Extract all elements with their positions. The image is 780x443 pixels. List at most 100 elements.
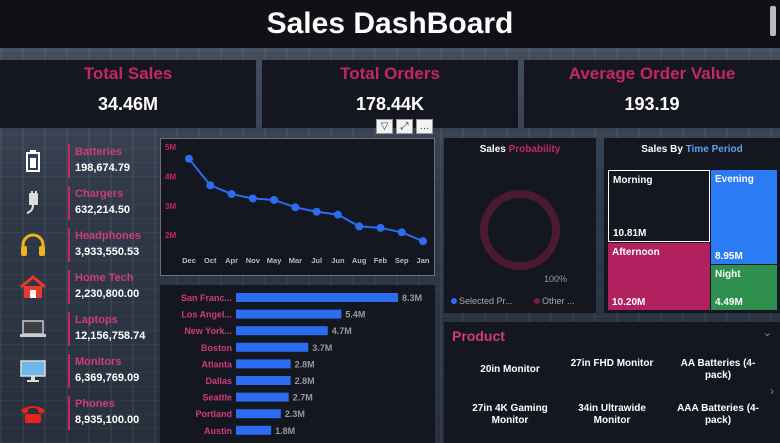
x-tick-label: Mar <box>289 256 302 265</box>
bar[interactable] <box>236 425 272 435</box>
category-item-headphones[interactable]: Headphones 3,933,550.53 <box>0 224 148 266</box>
chevron-down-icon[interactable]: ⌄ <box>763 326 772 339</box>
bar[interactable] <box>236 293 398 302</box>
data-point[interactable] <box>227 190 236 199</box>
category-item-batteries[interactable]: Batteries 198,674.79 <box>0 140 148 182</box>
cell-name: Night <box>715 269 741 280</box>
category-item-chargers[interactable]: Chargers 632,214.50 <box>0 182 148 224</box>
x-tick-label: Aug <box>352 256 367 265</box>
category-name: Phones <box>75 398 115 410</box>
data-point[interactable] <box>270 195 279 204</box>
kpi-value: 193.19 <box>624 94 680 114</box>
data-point[interactable] <box>355 222 364 231</box>
data-label: 8.3M <box>402 293 422 303</box>
category-name: Monitors <box>75 356 122 368</box>
bar[interactable] <box>236 392 289 402</box>
legend-item[interactable]: Selected Pr... <box>459 296 513 306</box>
y-tick-label: 2M <box>165 231 176 240</box>
kpi-value: 34.46M <box>97 94 159 114</box>
category-item-laptops[interactable]: Laptops 12,156,758.74 <box>0 308 148 350</box>
category-label: New York... <box>184 326 232 336</box>
bar[interactable] <box>236 326 328 336</box>
scrollbar[interactable] <box>770 6 776 36</box>
data-point[interactable] <box>376 223 385 232</box>
bar[interactable] <box>236 376 291 385</box>
data-point[interactable] <box>397 228 406 237</box>
product-item[interactable]: 20in Monitor <box>460 364 560 376</box>
product-item[interactable]: 34in Ultrawide Monitor <box>562 403 662 427</box>
y-tick-label: 4M <box>165 172 176 181</box>
x-tick-label: Jan <box>417 256 430 265</box>
category-divider <box>68 186 70 220</box>
data-point[interactable] <box>206 181 215 190</box>
x-tick-label: Nov <box>246 256 261 265</box>
treemap-cell-morning[interactable]: Morning 10.81M <box>608 170 710 242</box>
kpi-label: Total Sales <box>83 64 173 83</box>
data-point[interactable] <box>333 210 342 219</box>
x-tick-label: Jun <box>331 256 345 265</box>
sales-probability-panel: Sales Probability 100% Selected Pr... Ot… <box>444 138 596 313</box>
time-period-title: Sales By Time Period <box>604 144 780 155</box>
legend-item[interactable]: Other ... <box>542 296 575 306</box>
cell-value: 10.81M <box>613 228 647 239</box>
data-label: 2.8M <box>295 359 315 369</box>
cell-name: Morning <box>613 175 653 186</box>
category-label: Dallas <box>205 376 232 386</box>
line-chart-svg: 5M 4M 3M 2M Dec Oct Apr Nov May Mar Jul Jun Aug Feb Se… <box>165 143 430 265</box>
category-name: Chargers <box>75 188 124 200</box>
category-divider <box>68 354 70 388</box>
x-tick-label: Sep <box>395 256 409 265</box>
category-item-monitors[interactable]: Monitors 6,369,769.09 <box>0 350 148 392</box>
x-tick-label: Dec <box>182 256 196 265</box>
more-options-icon[interactable]: … <box>416 119 433 134</box>
cell-name: Evening <box>715 174 754 185</box>
x-tick-label: Oct <box>204 256 217 265</box>
charger-icon <box>18 188 48 218</box>
y-tick-label: 3M <box>165 202 176 211</box>
title-part-accent: Probability <box>508 144 561 155</box>
data-point[interactable] <box>419 237 427 246</box>
donut-pct-label: 100% <box>544 274 567 284</box>
category-label: San Franc... <box>181 293 232 303</box>
sales-probability-title: Sales Probability <box>444 144 596 155</box>
legend-dot-other <box>534 298 540 304</box>
category-name: Home Tech <box>75 272 134 284</box>
data-point[interactable] <box>248 194 257 203</box>
treemap-cell-afternoon[interactable]: Afternoon 10.20M <box>608 243 710 310</box>
donut-ring <box>480 190 560 270</box>
product-item[interactable]: 27in FHD Monitor <box>562 358 662 370</box>
category-name: Batteries <box>75 146 123 158</box>
category-item-phones[interactable]: Phones 8,935,100.00 <box>0 392 148 434</box>
data-point[interactable] <box>291 203 300 212</box>
treemap-cell-night[interactable]: Night 4.49M <box>711 265 777 310</box>
filter-icon[interactable]: ▽ <box>376 119 393 134</box>
donut-chart[interactable]: 100% Selected Pr... Other ... <box>444 158 596 308</box>
x-tick-label: Apr <box>225 256 238 265</box>
product-item[interactable]: 27in 4K Gaming Monitor <box>460 403 560 427</box>
title-part: Sales <box>479 144 509 155</box>
title-part: Sales By <box>641 144 686 155</box>
focus-mode-icon[interactable]: ⤢ <box>396 119 413 134</box>
x-tick-label: Feb <box>374 256 388 265</box>
bar[interactable] <box>236 342 309 352</box>
x-tick-label: Jul <box>311 256 322 265</box>
category-divider <box>68 312 70 346</box>
bar[interactable] <box>236 409 281 419</box>
y-tick-label: 5M <box>165 143 176 152</box>
city-sales-bar-chart[interactable]: San Franc... 8.3M Los Angel... 5.4M New York… <box>160 285 435 443</box>
data-point[interactable] <box>185 154 193 163</box>
category-label: Boston <box>201 343 232 353</box>
data-point[interactable] <box>312 207 321 216</box>
kpi-card-total-sales: Total Sales 34.46M <box>0 60 256 128</box>
bar[interactable] <box>236 359 291 369</box>
category-item-home-tech[interactable]: Home Tech 2,230,800.00 <box>0 266 148 308</box>
chevron-right-icon[interactable]: › <box>770 384 774 398</box>
product-item[interactable]: AA Batteries (4-pack) <box>668 358 768 382</box>
treemap-cell-evening[interactable]: Evening 8.95M <box>711 170 777 264</box>
category-label: Austin <box>204 426 232 436</box>
kpi-value: 178.44K <box>355 94 425 114</box>
product-item[interactable]: AAA Batteries (4-pack) <box>668 403 768 427</box>
data-label: 2.8M <box>295 376 315 386</box>
monthly-sales-line-chart[interactable]: 5M 4M 3M 2M Dec Oct Apr Nov May Mar Jul Jun Aug Feb Se… <box>160 138 435 276</box>
bar[interactable] <box>236 309 342 319</box>
